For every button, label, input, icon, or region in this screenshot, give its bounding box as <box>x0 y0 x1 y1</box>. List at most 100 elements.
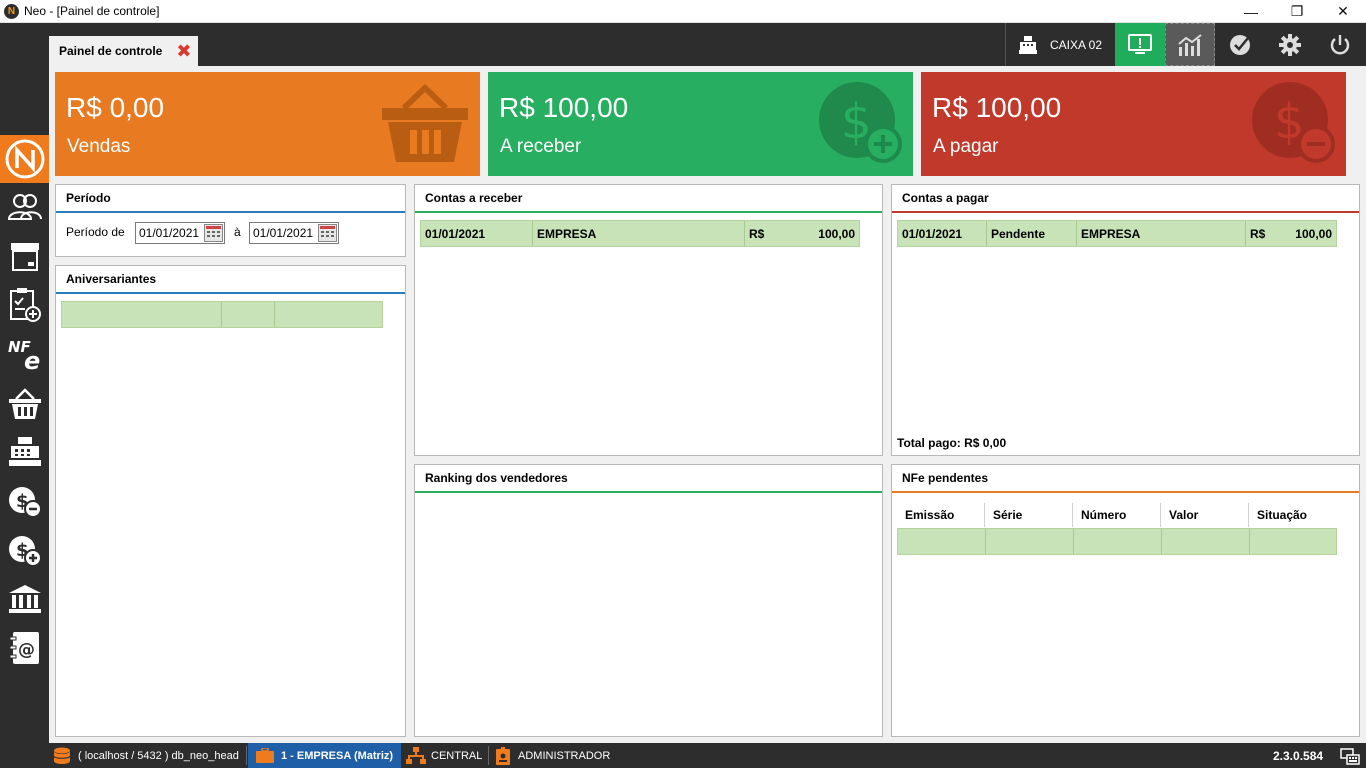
table-row[interactable] <box>897 528 1337 555</box>
periodo-title: Período <box>56 185 405 213</box>
date-to-input[interactable]: 01/01/2021 <box>249 222 339 244</box>
monitor-alert-button[interactable] <box>1115 23 1165 66</box>
minimize-button[interactable]: — <box>1228 0 1274 23</box>
address-book-icon: @ <box>9 632 39 664</box>
database-icon <box>53 747 71 764</box>
status-bar: ( localhost / 5432 ) db_neo_head 1 - EMP… <box>0 743 1366 768</box>
card-vendas-label: Vendas <box>67 136 131 157</box>
table-row[interactable] <box>61 301 383 328</box>
contas-pagar-panel: Contas a pagar 01/01/2021 Pendente EMPRE… <box>891 184 1360 456</box>
cash-register-icon <box>8 437 41 466</box>
sidebar-item-contas-pagar[interactable]: $ <box>0 479 49 523</box>
basket-icon <box>382 83 468 162</box>
card-pagar-label: A pagar <box>933 136 999 157</box>
table-cell <box>222 302 275 327</box>
sidebar-item-clientes[interactable] <box>0 185 49 229</box>
table-row[interactable]: 01/01/2021 Pendente EMPRESA R$ 100,00 <box>897 220 1337 247</box>
card-a-pagar[interactable]: R$ 100,00 A pagar $ <box>921 72 1346 176</box>
caixa-label: CAIXA 02 <box>1050 37 1103 52</box>
status-central-label: CENTRAL <box>431 749 483 762</box>
card-a-receber[interactable]: R$ 100,00 A receber $ <box>488 72 913 176</box>
calendar-icon[interactable] <box>204 224 223 242</box>
money-minus-icon: $ <box>1252 82 1335 163</box>
card-vendas[interactable]: R$ 0,00 Vendas <box>55 72 480 176</box>
nfe-pendentes-panel: NFe pendentes Emissão Série Número Valor… <box>891 464 1360 737</box>
date-to-value: 01/01/2021 <box>253 226 314 240</box>
neo-logo-icon[interactable] <box>0 135 49 183</box>
title-bar: N Neo - [Painel de controle] — ❐ ✕ <box>0 0 1366 23</box>
close-window-button[interactable]: ✕ <box>1320 0 1366 23</box>
users-icon <box>7 194 42 220</box>
sidebar-item-caixa[interactable] <box>0 430 49 474</box>
pagar-value-cell: R$ 100,00 <box>1246 221 1336 246</box>
receber-name-cell: EMPRESA <box>533 221 745 246</box>
table-cell <box>1074 529 1162 554</box>
sidebar-item-nfe[interactable]: NF e <box>0 332 49 376</box>
contas-receber-panel: Contas a receber 01/01/2021 EMPRESA R$ 1… <box>414 184 883 456</box>
status-database: ( localhost / 5432 ) db_neo_head <box>52 743 239 768</box>
tab-painel-de-controle[interactable]: Painel de controle ✖ <box>49 36 198 66</box>
ranking-panel: Ranking dos vendedores <box>414 464 883 737</box>
table-row[interactable]: 01/01/2021 EMPRESA R$ 100,00 <box>420 220 860 247</box>
gear-icon <box>1279 33 1301 56</box>
col-emissao[interactable]: Emissão <box>897 503 985 527</box>
cash-register-icon <box>1019 35 1037 54</box>
status-empresa[interactable]: 1 - EMPRESA (Matriz) <box>248 743 401 768</box>
contas-pagar-title: Contas a pagar <box>892 185 1359 213</box>
status-empresa-label: 1 - EMPRESA (Matriz) <box>281 749 394 762</box>
aniversariantes-title: Aniversariantes <box>56 266 405 294</box>
money-plus-icon: $ <box>8 536 42 567</box>
app-logo-icon: N <box>4 3 19 19</box>
sidebar-item-pedidos[interactable] <box>0 283 49 327</box>
card-vendas-value: R$ 0,00 <box>66 92 165 123</box>
table-cell <box>898 529 986 554</box>
currency-label: R$ <box>1250 226 1266 241</box>
sidebar-item-produtos[interactable] <box>0 234 49 278</box>
power-icon <box>1330 34 1350 54</box>
network-icon <box>406 746 426 764</box>
calendar-icon[interactable] <box>318 224 337 242</box>
col-serie[interactable]: Série <box>985 503 1073 527</box>
caixa-button[interactable]: CAIXA 02 <box>1005 23 1115 66</box>
briefcase-icon <box>256 748 274 763</box>
checkmark-button[interactable] <box>1215 23 1265 66</box>
col-numero[interactable]: Número <box>1073 503 1161 527</box>
table-cell <box>275 302 382 327</box>
col-situacao[interactable]: Situação <box>1249 503 1337 527</box>
card-receber-label: A receber <box>500 136 582 157</box>
settings-button[interactable] <box>1265 23 1315 66</box>
total-pago-label: Total pago: R$ 0,00 <box>897 436 1007 450</box>
tab-label: Painel de controle <box>59 44 163 58</box>
svg-text:e: e <box>24 347 40 371</box>
col-valor[interactable]: Valor <box>1161 503 1249 527</box>
nfe-title: NFe pendentes <box>892 465 1359 493</box>
status-keyboard[interactable] <box>1340 743 1360 768</box>
date-from-input[interactable]: 01/01/2021 <box>135 222 225 244</box>
sidebar-item-contas-receber[interactable]: $ <box>0 528 49 572</box>
left-sidebar: NF e $ $ @ <box>0 66 49 743</box>
svg-text:@: @ <box>18 640 35 660</box>
power-button[interactable] <box>1315 23 1365 66</box>
sidebar-item-contatos[interactable]: @ <box>0 626 49 670</box>
status-central[interactable]: CENTRAL <box>406 743 482 768</box>
basket-icon <box>8 388 41 419</box>
receber-value-cell: R$ 100,00 <box>745 221 859 246</box>
checkmark-icon <box>1230 34 1250 55</box>
periodo-panel: Período Período de 01/01/2021 à 01/01/20… <box>55 184 406 257</box>
amount-label: 100,00 <box>818 226 855 241</box>
date-from-value: 01/01/2021 <box>139 226 200 240</box>
pagar-date-cell: 01/01/2021 <box>898 221 987 246</box>
window-controls: — ❐ ✕ <box>1228 0 1366 23</box>
nfe-table-header: Emissão Série Número Valor Situação <box>897 503 1337 527</box>
status-user[interactable]: ADMINISTRADOR <box>496 743 610 768</box>
chart-button[interactable] <box>1165 23 1215 66</box>
maximize-button[interactable]: ❐ <box>1274 0 1320 23</box>
version-label: 2.3.0.584 <box>1273 748 1324 763</box>
top-toolbar: Painel de controle ✖ CAIXA 02 <box>0 23 1366 66</box>
tab-close-icon[interactable]: ✖ <box>176 42 191 60</box>
status-user-label: ADMINISTRADOR <box>518 749 611 762</box>
box-icon <box>10 243 39 271</box>
sidebar-item-vendas[interactable] <box>0 382 49 426</box>
sidebar-item-bancos[interactable] <box>0 577 49 621</box>
table-cell <box>1250 529 1336 554</box>
